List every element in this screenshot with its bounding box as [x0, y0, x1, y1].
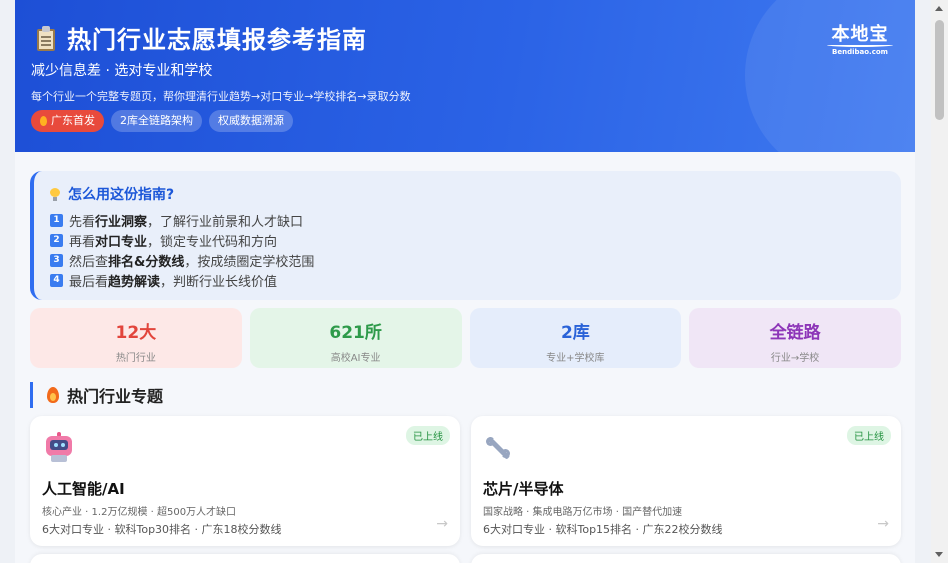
usage-guide: 怎么用这份指南? 1 先看行业洞察，了解行业前景和人才缺口 2 再看对口专业，锁… — [30, 171, 901, 300]
flame-icon — [40, 116, 47, 126]
guide-title: 怎么用这份指南? — [50, 184, 901, 204]
clipboard-icon — [35, 25, 57, 51]
stat-universities: 621所 高校AI专业 — [249, 308, 462, 368]
badge-guangdong-first: 广东首发 — [31, 110, 104, 132]
hero-description: 每个行业一个完整专题页，帮你理清行业趋势→对口专业→学校排名→录取分数 — [31, 90, 411, 103]
industry-card-ai[interactable]: 已上线 人工智能/AI 核心产业 · 1.2万亿规模 · 超500万人才缺口 6… — [30, 416, 460, 546]
scrollbar-thumb[interactable] — [935, 20, 944, 120]
step-number: 2 — [50, 233, 63, 247]
section-title: 热门行业专题 — [30, 382, 163, 408]
guide-step: 3 然后查排名&分数线，按成绩圈定学校范围 — [50, 250, 901, 270]
lightbulb-icon — [50, 187, 60, 201]
card-title: 芯片/半导体 — [483, 480, 564, 498]
card-meta: 核心产业 · 1.2万亿规模 · 超500万人才缺口 — [42, 507, 237, 518]
fire-icon — [47, 387, 59, 403]
step-number: 1 — [50, 213, 63, 227]
card-title: 人工智能/AI — [42, 480, 125, 498]
stats-row: 12大 热门行业 621所 高校AI专业 2库 专业+学校库 全链路 行业→学校 — [30, 308, 901, 368]
guide-step: 4 最后看趋势解读，判断行业长线价值 — [50, 270, 901, 290]
guide-step: 2 再看对口专业，锁定专业代码和方向 — [50, 230, 901, 250]
stat-libraries: 2库 专业+学校库 — [469, 308, 682, 368]
arrow-right-icon: → — [877, 516, 889, 532]
step-number: 3 — [50, 253, 63, 267]
status-badge: 已上线 — [406, 426, 450, 445]
page-title-text: 热门行业志愿填报参考指南 — [67, 26, 367, 54]
badge-authoritative-data: 权威数据溯源 — [209, 110, 293, 132]
card-details: 6大对口专业 · 软科Top15排名 · 广东22校分数线 — [483, 523, 723, 536]
hero-subtitle: 减少信息差 · 选对专业和学校 — [31, 63, 213, 79]
badge-two-libraries: 2库全链路架构 — [111, 110, 202, 132]
wrench-icon — [483, 432, 513, 462]
vertical-scrollbar[interactable] — [931, 0, 948, 563]
industry-card-partial[interactable] — [30, 554, 460, 563]
robot-icon — [44, 432, 74, 462]
industry-card-partial[interactable] — [471, 554, 901, 563]
scroll-down-arrow-icon[interactable] — [935, 552, 943, 557]
guide-step: 1 先看行业洞察，了解行业前景和人才缺口 — [50, 210, 901, 230]
arrow-right-icon: → — [436, 516, 448, 532]
bendibao-logo[interactable]: 本地宝 Bendibao.com — [827, 20, 893, 56]
status-badge: 已上线 — [847, 426, 891, 445]
stat-full-chain: 全链路 行业→学校 — [689, 308, 901, 368]
step-number: 4 — [50, 273, 63, 287]
card-details: 6大对口专业 · 软科Top30排名 · 广东18校分数线 — [42, 523, 282, 536]
page-title: 热门行业志愿填报参考指南 — [35, 20, 367, 55]
stat-industries: 12大 热门行业 — [30, 308, 242, 368]
industry-card-chip[interactable]: 已上线 芯片/半导体 国家战略 · 集成电路万亿市场 · 国产替代加速 6大对口… — [471, 416, 901, 546]
card-meta: 国家战略 · 集成电路万亿市场 · 国产替代加速 — [483, 507, 683, 518]
hero-banner: 热门行业志愿填报参考指南 减少信息差 · 选对专业和学校 每个行业一个完整专题页… — [15, 0, 915, 152]
hero-badges: 广东首发 2库全链路架构 权威数据溯源 — [31, 110, 293, 132]
scroll-up-arrow-icon[interactable] — [935, 6, 943, 11]
page: 热门行业志愿填报参考指南 减少信息差 · 选对专业和学校 每个行业一个完整专题页… — [15, 0, 915, 563]
